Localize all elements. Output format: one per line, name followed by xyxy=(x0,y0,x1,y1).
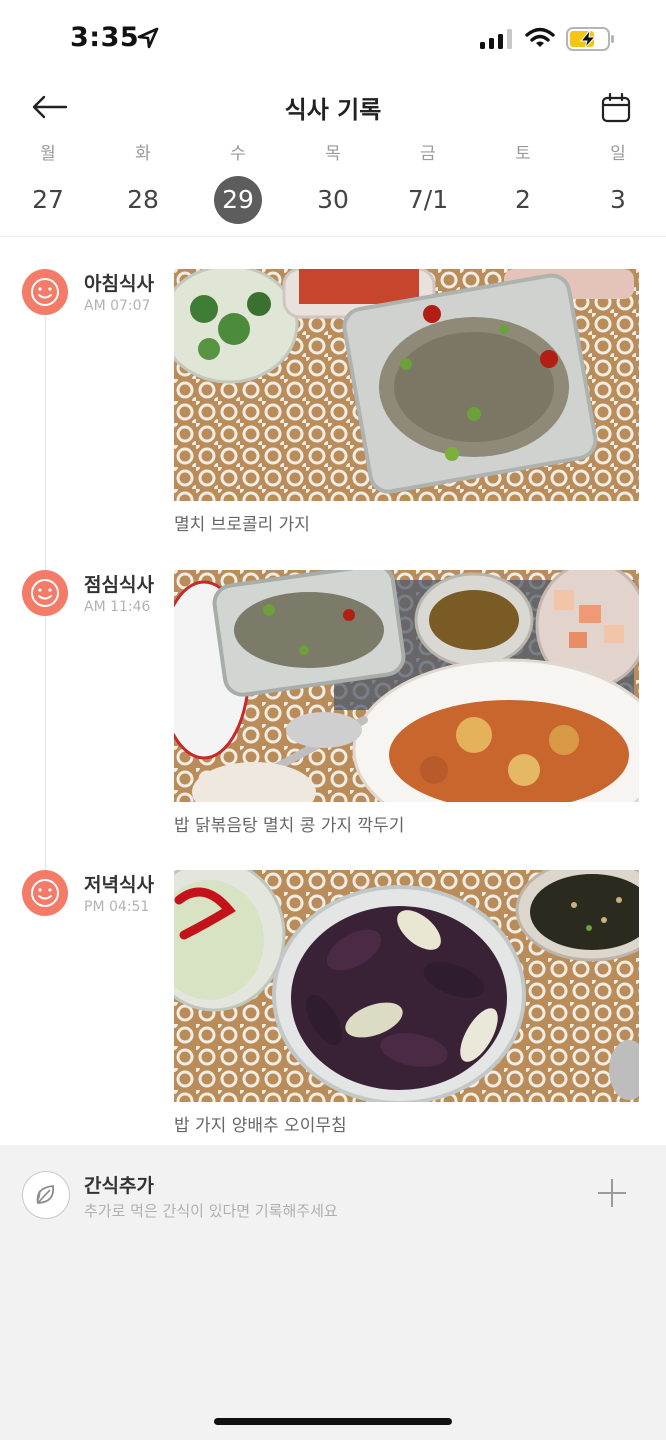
day-of-week: 일 xyxy=(610,144,626,164)
smiley-icon xyxy=(22,269,68,315)
day-number: 30 xyxy=(317,185,349,214)
week-selector: 월 27 화 28 수 29 목 30 금 7/1 토 2 일 3 xyxy=(0,140,666,237)
smiley-icon xyxy=(22,570,68,616)
meal-caption: 밥 가지 양배추 오이무침 xyxy=(174,1116,347,1136)
leaf-icon xyxy=(22,1171,70,1219)
day-mon[interactable]: 월 27 xyxy=(13,140,83,224)
day-of-week: 금 xyxy=(420,144,436,164)
day-wed[interactable]: 수 29 xyxy=(203,140,273,224)
add-snack-subtitle: 추가로 먹은 간식이 있다면 기록해주세요 xyxy=(84,1202,338,1220)
meal-time: PM 04:51 xyxy=(84,899,150,915)
day-of-week: 월 xyxy=(40,144,56,164)
day-of-week: 화 xyxy=(135,144,151,164)
meal-name: 아침식사 xyxy=(84,273,154,295)
meal-time: AM 07:07 xyxy=(84,298,151,314)
day-number: 27 xyxy=(32,185,64,214)
battery-charging-icon xyxy=(566,27,614,51)
selected-day-number: 29 xyxy=(214,176,262,224)
page-title: 식사 기록 xyxy=(284,96,382,124)
day-number: 3 xyxy=(610,185,626,214)
signal-icon xyxy=(480,29,512,49)
status-bar: 3:35 xyxy=(0,0,666,80)
meal-caption: 밥 닭볶음탕 멸치 콩 가지 깍두기 xyxy=(174,816,405,836)
add-snack-title[interactable]: 간식추가 xyxy=(84,1171,154,1198)
day-sat[interactable]: 토 2 xyxy=(488,140,558,224)
location-arrow-icon xyxy=(137,27,159,49)
wifi-icon xyxy=(525,27,555,47)
meal-name: 점심식사 xyxy=(84,574,154,596)
meal-photo[interactable] xyxy=(174,269,639,501)
status-time: 3:35 xyxy=(70,22,140,53)
day-of-week: 목 xyxy=(325,144,341,164)
add-snack-section: 간식추가 추가로 먹은 간식이 있다면 기록해주세요 xyxy=(0,1145,666,1440)
nav-header: 식사 기록 xyxy=(0,80,666,140)
day-number: 2 xyxy=(515,185,531,214)
day-thu[interactable]: 목 30 xyxy=(298,140,368,224)
day-fri[interactable]: 금 7/1 xyxy=(393,140,463,224)
day-of-week: 토 xyxy=(515,144,531,164)
smiley-icon xyxy=(22,870,68,916)
meal-name: 저녁식사 xyxy=(84,874,154,896)
day-of-week: 수 xyxy=(230,144,246,164)
day-tue[interactable]: 화 28 xyxy=(108,140,178,224)
meal-photo[interactable] xyxy=(174,870,639,1102)
meal-photo[interactable] xyxy=(174,570,639,802)
day-number: 28 xyxy=(127,185,159,214)
calendar-icon[interactable] xyxy=(600,92,632,124)
plus-icon[interactable] xyxy=(596,1177,628,1209)
home-indicator[interactable] xyxy=(214,1418,452,1425)
meal-caption: 멸치 브로콜리 가지 xyxy=(174,515,310,535)
day-number: 7/1 xyxy=(407,185,449,214)
day-sun[interactable]: 일 3 xyxy=(583,140,653,224)
meal-time: AM 11:46 xyxy=(84,599,151,615)
